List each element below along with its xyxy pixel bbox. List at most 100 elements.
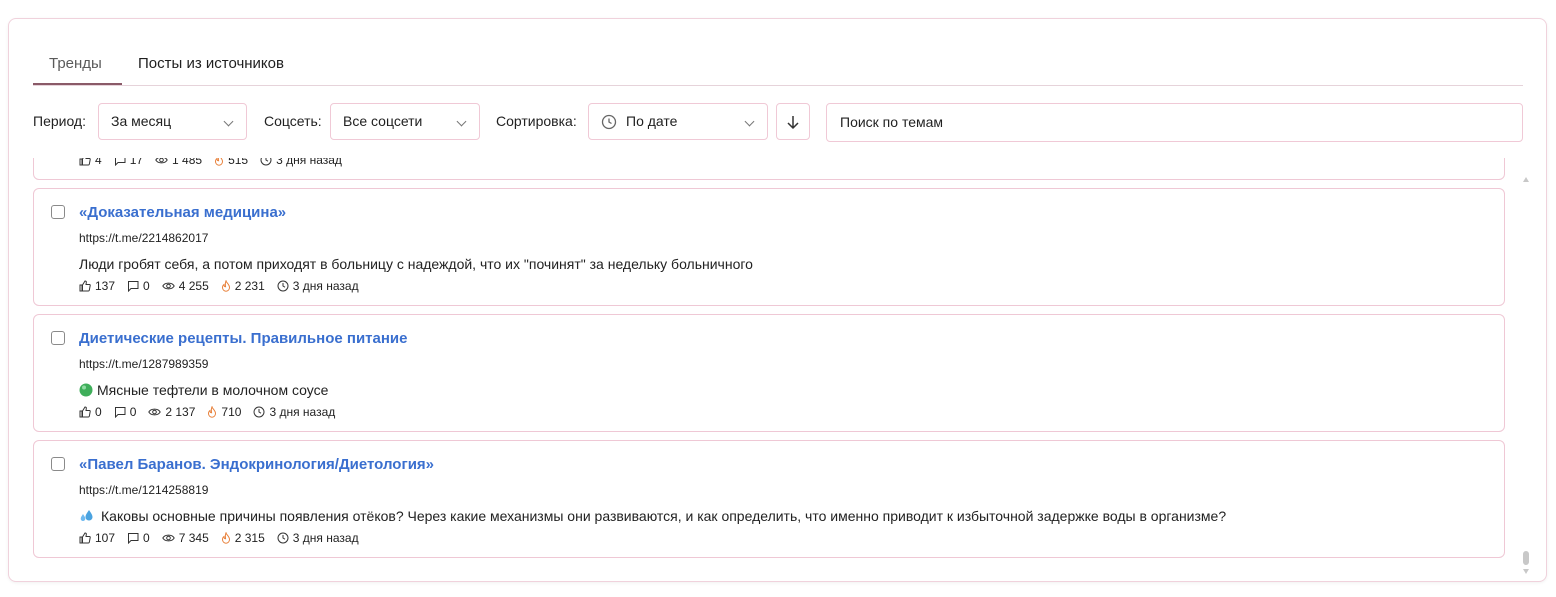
time-ago: 3 дня назад <box>269 405 336 419</box>
post-checkbox[interactable] <box>51 331 65 345</box>
comments-count: 0 <box>143 279 150 293</box>
time-stat: 3 дня назад <box>260 158 342 167</box>
comment-icon <box>128 533 139 544</box>
time-stat: 3 дня назад <box>253 405 335 419</box>
sort-label: Сортировка: <box>496 113 577 129</box>
tab-trends-label: Тренды <box>49 55 102 72</box>
views-stat: 1 485 <box>155 158 202 167</box>
eye-icon <box>161 534 175 542</box>
filters-bar: Период: За месяц Соцсеть: Все соцсети Со… <box>9 103 1548 142</box>
scroll-down-arrow-icon[interactable] <box>1523 569 1529 574</box>
likes-stat: 0 <box>79 405 102 419</box>
tab-source-posts-label: Посты из источников <box>138 55 284 72</box>
comments-stat: 17 <box>114 158 143 167</box>
reactions-count: 710 <box>221 405 242 419</box>
comment-icon <box>128 281 139 292</box>
comments-count: 0 <box>129 405 137 419</box>
likes-count: 137 <box>95 279 116 293</box>
post-text-content: Каковы основные причины появления отёков… <box>101 508 1227 524</box>
views-stat: 4 255 <box>161 279 209 293</box>
comments-count: 17 <box>129 158 144 167</box>
clock-icon <box>260 158 272 166</box>
eye-icon <box>161 282 175 290</box>
comment-icon <box>114 158 126 166</box>
period-label: Период: <box>33 113 86 129</box>
likes-count: 4 <box>95 158 102 167</box>
network-label: Соцсеть: <box>264 113 322 129</box>
post-title-link[interactable]: Диетические рецепты. Правильное питание <box>79 330 407 347</box>
likes-stat: 137 <box>79 279 115 293</box>
post-card: «Павел Баранов. Эндокринология/Диетологи… <box>33 440 1505 558</box>
tab-trends[interactable]: Тренды <box>33 47 122 85</box>
sort-select[interactable]: По дате <box>588 103 768 140</box>
post-title-link[interactable]: «Павел Баранов. Эндокринология/Диетологи… <box>79 456 434 473</box>
post-card: Диетические рецепты. Правильное питание … <box>33 314 1505 432</box>
post-stats: 0 0 2 137 710 3 дня назад <box>79 405 347 419</box>
time-stat: 3 дня назад <box>277 531 359 545</box>
views-count: 2 137 <box>165 405 196 419</box>
arrow-down-icon <box>787 116 799 130</box>
reactions-stat: 515 <box>214 158 248 167</box>
tab-bar: Тренды Посты из источников <box>33 47 1523 86</box>
post-stats: 4 17 1 485 515 3 дня назад <box>79 158 354 167</box>
post-url: https://t.me/1287989359 <box>79 357 209 371</box>
scrollbar-thumb[interactable] <box>1523 551 1529 565</box>
green-circle-emoji-icon <box>79 383 93 397</box>
clock-icon <box>253 406 265 418</box>
reactions-stat: 2 231 <box>221 279 265 293</box>
post-checkbox[interactable] <box>51 457 65 471</box>
post-checkbox[interactable] <box>51 205 65 219</box>
period-select[interactable]: За месяц <box>98 103 247 140</box>
chevron-down-icon <box>456 116 467 127</box>
eye-icon <box>155 158 168 164</box>
search-placeholder: Поиск по темам <box>840 114 944 130</box>
main-panel: Тренды Посты из источников Период: За ме… <box>8 18 1547 582</box>
sort-select-value: По дате <box>626 113 678 129</box>
post-title-link[interactable]: «Доказательная медицина» <box>79 204 286 221</box>
comments-stat: 0 <box>127 279 150 293</box>
reactions-stat: 710 <box>207 405 241 419</box>
water-droplets-emoji-icon <box>80 510 93 521</box>
clock-icon <box>277 280 289 292</box>
post-stats: 107 0 7 345 2 315 3 дня назад <box>79 531 371 545</box>
topic-search-input[interactable]: Поиск по темам <box>826 103 1523 142</box>
post-text: Каковы основные причины появления отёков… <box>79 508 1226 524</box>
reactions-count: 515 <box>228 158 249 167</box>
post-text: Люди гробят себя, а потом приходят в бол… <box>79 256 753 272</box>
comment-icon <box>114 407 126 418</box>
sort-direction-button[interactable] <box>776 103 810 140</box>
comments-stat: 0 <box>127 531 150 545</box>
chevron-down-icon <box>223 116 234 127</box>
thumbs-up-icon <box>79 280 91 292</box>
post-list: 4 17 1 485 515 3 дня назад «Доказательна… <box>33 158 1523 578</box>
views-stat: 2 137 <box>148 405 195 419</box>
time-ago: 3 дня назад <box>276 158 342 167</box>
thumbs-up-icon <box>79 532 91 544</box>
thumbs-up-icon <box>79 158 91 166</box>
comments-count: 0 <box>143 531 150 545</box>
clock-icon <box>277 532 289 544</box>
thumbs-up-icon <box>79 406 91 418</box>
post-list-scrollbar[interactable] <box>1521 175 1531 577</box>
scroll-up-arrow-icon[interactable] <box>1523 177 1529 182</box>
time-ago: 3 дня назад <box>292 531 359 545</box>
eye-icon <box>148 408 162 416</box>
clock-icon <box>601 114 617 130</box>
fire-icon <box>215 158 224 166</box>
period-select-value: За месяц <box>111 113 172 129</box>
post-url: https://t.me/2214862017 <box>79 231 209 245</box>
fire-icon <box>221 280 230 292</box>
post-text: Мясные тефтели в молочном соусе <box>79 382 328 398</box>
likes-stat: 4 <box>79 158 102 167</box>
network-select[interactable]: Все соцсети <box>330 103 480 140</box>
comments-stat: 0 <box>114 405 137 419</box>
views-count: 7 345 <box>178 531 209 545</box>
post-url: https://t.me/1214258819 <box>79 483 209 497</box>
reactions-count: 2 231 <box>234 279 265 293</box>
fire-icon <box>221 532 230 544</box>
post-stats: 137 0 4 255 2 231 3 дня назад <box>79 279 371 293</box>
likes-count: 0 <box>95 405 102 419</box>
tab-source-posts[interactable]: Посты из источников <box>138 47 308 85</box>
post-text-content: Мясные тефтели в молочном соусе <box>97 382 329 398</box>
likes-count: 107 <box>95 531 116 545</box>
